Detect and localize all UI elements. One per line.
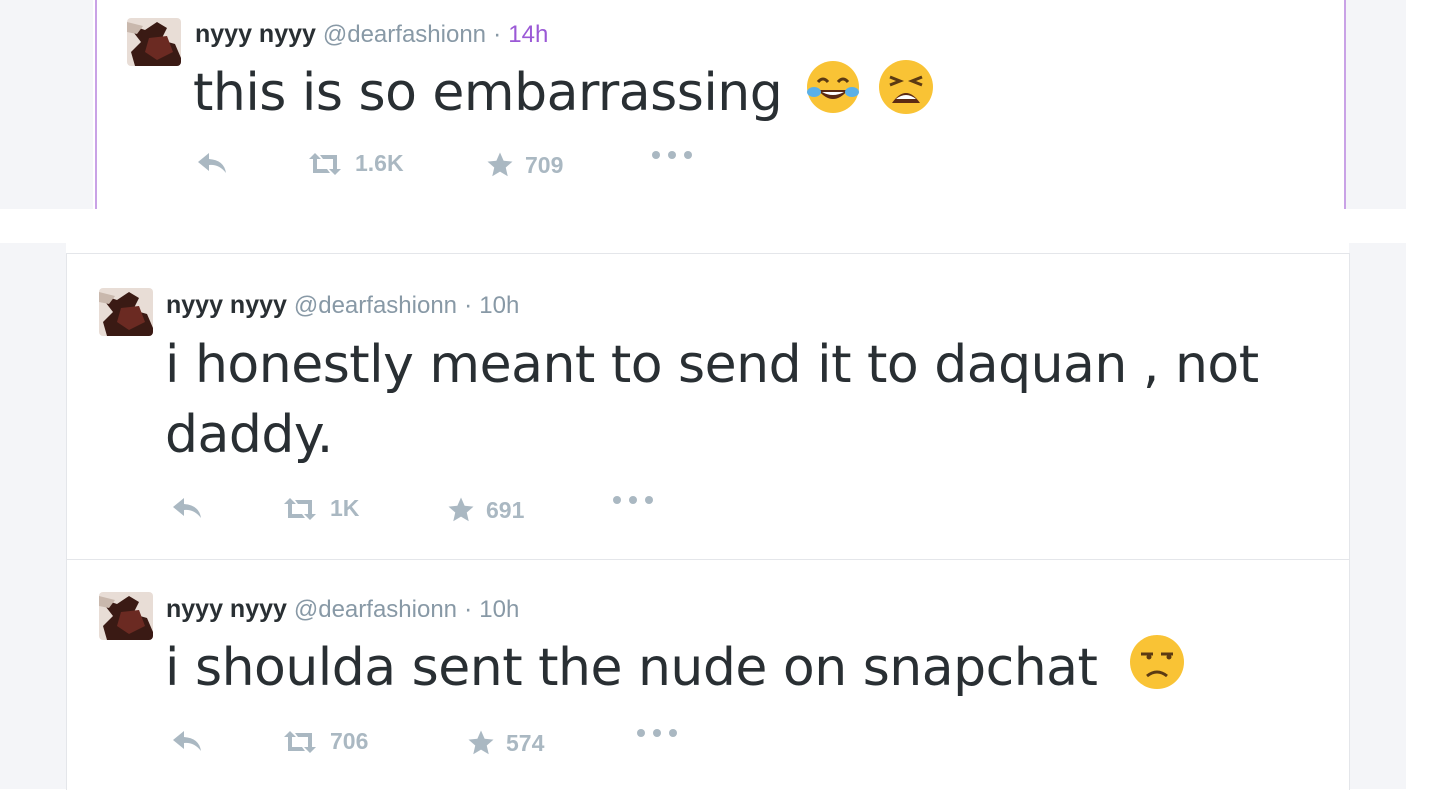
retweet-button[interactable]: 1.6K [305, 150, 404, 177]
display-name[interactable]: nyyy nyyy [166, 595, 287, 623]
right-gutter-bottom [1349, 243, 1406, 789]
retweet-icon [309, 152, 341, 175]
username-handle[interactable]: @dearfashionn [323, 21, 486, 48]
reply-button[interactable] [195, 150, 229, 176]
username-handle[interactable]: @dearfashionn [294, 596, 457, 623]
reply-button[interactable] [170, 495, 204, 521]
tweet-card[interactable]: nyyy nyyy @dearfashionn · 10h i honestly… [66, 253, 1350, 559]
retweet-count: 706 [330, 728, 369, 754]
avatar[interactable] [99, 288, 153, 336]
reply-icon [173, 498, 201, 518]
avatar[interactable] [127, 18, 181, 66]
tweet-text-content: i shoulda sent the nude on snapchat [165, 638, 1098, 698]
separator-dot: · [463, 291, 473, 319]
separator-dot: · [463, 595, 473, 623]
more-button[interactable] [651, 150, 693, 160]
favorite-button[interactable]: 691 [446, 495, 524, 525]
weary-face-icon [878, 59, 934, 133]
tweet-text-content: this is so embarrassing [193, 63, 783, 123]
timestamp[interactable]: 14h [508, 21, 548, 48]
retweet-button[interactable]: 706 [280, 728, 368, 755]
tweet-actions: 1K 691 [170, 495, 690, 527]
username-handle[interactable]: @dearfashionn [294, 292, 457, 319]
star-icon [487, 152, 513, 177]
left-gutter-bottom [0, 243, 66, 789]
tweet-card[interactable]: nyyy nyyy @dearfashionn · 10h i shoulda … [66, 559, 1350, 790]
tweet-text: this is so embarrassing [193, 58, 934, 133]
right-gutter-top [1346, 0, 1406, 209]
star-icon [468, 730, 494, 755]
timestamp[interactable]: 10h [479, 596, 519, 623]
retweet-button[interactable]: 1K [280, 495, 359, 522]
more-dots-icon [637, 729, 677, 737]
tweet-text: i honestly meant to send it to daquan , … [165, 330, 1259, 470]
retweet-count: 1K [330, 495, 360, 521]
tweet-text: i shoulda sent the nude on snapchat [165, 633, 1185, 708]
more-dots-icon [652, 151, 692, 159]
tweet-actions: 1.6K 709 [195, 150, 715, 182]
more-dots-icon [613, 496, 653, 504]
timestamp[interactable]: 10h [479, 292, 519, 319]
unamused-face-icon [1129, 634, 1185, 708]
tweet-header: nyyy nyyy @dearfashionn · 10h [166, 595, 519, 624]
face-with-tears-of-joy-icon [806, 60, 860, 132]
retweet-icon [284, 730, 316, 753]
display-name[interactable]: nyyy nyyy [166, 291, 287, 319]
separator-dot: · [492, 20, 502, 48]
more-button[interactable] [612, 495, 654, 505]
tweet-card[interactable]: nyyy nyyy @dearfashionn · 14h this is so… [95, 0, 1346, 209]
tweet-header: nyyy nyyy @dearfashionn · 10h [166, 291, 519, 320]
retweet-icon [284, 497, 316, 520]
reply-icon [198, 153, 226, 173]
more-button[interactable] [636, 728, 678, 738]
favorite-button[interactable]: 574 [466, 728, 544, 758]
favorite-count: 574 [506, 729, 545, 756]
display-name[interactable]: nyyy nyyy [195, 20, 316, 48]
retweet-count: 1.6K [355, 150, 404, 176]
star-icon [448, 497, 474, 522]
avatar[interactable] [99, 592, 153, 640]
reply-icon [173, 731, 201, 751]
favorite-count: 709 [525, 151, 564, 178]
favorite-button[interactable]: 709 [485, 150, 563, 180]
tweet-header: nyyy nyyy @dearfashionn · 14h [195, 20, 548, 49]
tweet-text-line: i honestly meant to send it to daquan , … [165, 335, 1259, 395]
tweet-actions: 706 574 [170, 728, 690, 760]
reply-button[interactable] [170, 728, 204, 754]
favorite-count: 691 [486, 496, 525, 523]
tweet-text-line: daddy. [165, 405, 333, 465]
left-gutter-top [0, 0, 93, 209]
